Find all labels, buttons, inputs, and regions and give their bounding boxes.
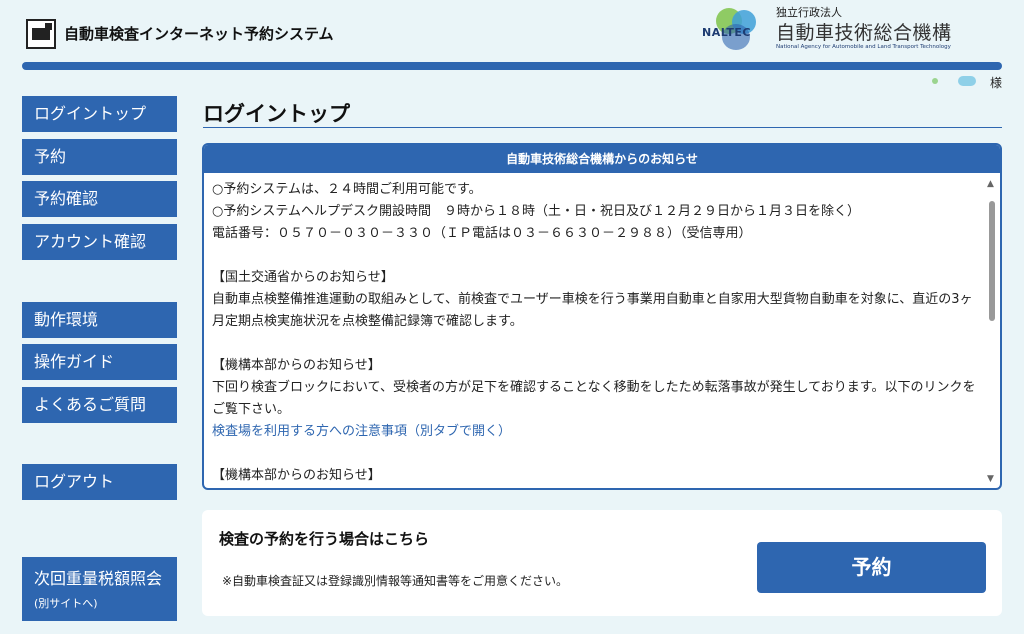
notice-line: 自動車点検整備推進運動の取組みとして、前検査でユーザー車検を行う事業用自動車と自…	[212, 292, 973, 329]
title-divider	[203, 127, 1002, 128]
naltec-logo: NALTEC 独立行政法人 自動車技術総合機構 National Agency …	[702, 4, 1002, 56]
sidebar-item-environment[interactable]: 動作環境	[22, 302, 177, 338]
notice-line: 【国土交通省からのお知らせ】	[212, 270, 394, 285]
header: 自動車検査インターネット予約システム NALTEC 独立行政法人 自動車技術総合…	[0, 0, 1024, 62]
truck-icon	[26, 19, 56, 49]
notice-line: 【機構本部からのお知らせ】	[212, 358, 381, 373]
notice-panel[interactable]: 自動車技術総合機構からのお知らせ ○予約システムは、２４時間ご利用可能です。 ○…	[202, 143, 1002, 490]
sidebar-item-login-top[interactable]: ログイントップ	[22, 96, 177, 132]
notice-line: 電話番号：０５７０－０３０－３３０（ＩＰ電話は０３－６６３０－２９８８）（受信専…	[212, 226, 752, 241]
sidebar-item-label: 操作ガイド	[34, 352, 115, 371]
naltec-word: NALTEC	[702, 26, 751, 39]
scroll-up-arrow-icon[interactable]: ▲	[987, 179, 994, 189]
sidebar-item-sub: (別サイトへ)	[34, 597, 98, 610]
org-english-name: National Agency for Automobile and Land …	[776, 44, 951, 50]
sidebar-item-label: アカウント確認	[34, 232, 147, 251]
caution-link[interactable]: 検査場を利用する方への注意事項（別タブで開く）	[212, 421, 982, 443]
sidebar-item-reserve-confirm[interactable]: 予約確認	[22, 181, 177, 217]
sidebar-item-label: 動作環境	[34, 310, 99, 329]
reserve-panel: 検査の予約を行う場合はこちら ※自動車検査証又は登録識別情報等通知書等をご用意く…	[202, 510, 1002, 616]
sidebar-item-label: 予約	[34, 147, 67, 166]
sidebar-item-weight-tax[interactable]: 次回重量税額照会 (別サイトへ)	[22, 557, 177, 621]
header-bar	[22, 62, 1002, 70]
user-area: 様	[928, 74, 1008, 94]
notice-line: ○予約システムは、２４時間ご利用可能です。	[212, 182, 482, 197]
sidebar-item-account-confirm[interactable]: アカウント確認	[22, 224, 177, 260]
reserve-button[interactable]: 予約	[757, 542, 986, 593]
reserve-title: 検査の予約を行う場合はこちら	[219, 530, 430, 548]
sidebar-item-guide[interactable]: 操作ガイド	[22, 344, 177, 380]
notice-line: 下回り検査ブロックにおいて、受検者の方が足下を確認することなく移動をしたため転落…	[212, 380, 976, 417]
notice-body: ○予約システムは、２４時間ご利用可能です。 ○予約システムヘルプデスク開設時間 …	[212, 179, 982, 487]
user-suffix: 様	[990, 76, 1003, 90]
page-title: ログイントップ	[203, 102, 350, 126]
system-title: 自動車検査インターネット予約システム	[64, 25, 334, 43]
org-main-name: 自動車技術総合機構	[776, 22, 952, 44]
notice-line: 【機構本部からのお知らせ】	[212, 468, 381, 483]
sidebar-item-reserve[interactable]: 予約	[22, 139, 177, 175]
sidebar-item-label: ログイントップ	[34, 104, 147, 123]
notice-line: ○予約システムヘルプデスク開設時間 ９時から１８時（土・日・祝日及び１２月２９日…	[212, 204, 860, 219]
notice-scrollbar[interactable]: ▲ ▼	[986, 179, 998, 484]
sidebar-item-logout[interactable]: ログアウト	[22, 464, 177, 500]
user-cloud-icon	[958, 76, 976, 86]
sidebar-item-label: よくあるご質問	[34, 395, 147, 414]
reserve-note: ※自動車検査証又は登録識別情報等通知書等をご用意ください。	[222, 574, 569, 588]
sidebar-item-label: 次回重量税額照会	[34, 569, 163, 588]
sidebar-item-label: 予約確認	[34, 189, 99, 208]
sidebar-item-label: ログアウト	[34, 472, 115, 491]
scroll-down-arrow-icon[interactable]: ▼	[987, 474, 994, 484]
user-leaf-icon	[932, 78, 938, 84]
notice-header: 自動車技術総合機構からのお知らせ	[204, 145, 1000, 173]
sidebar-item-faq[interactable]: よくあるご質問	[22, 387, 177, 423]
scroll-thumb[interactable]	[989, 201, 995, 321]
